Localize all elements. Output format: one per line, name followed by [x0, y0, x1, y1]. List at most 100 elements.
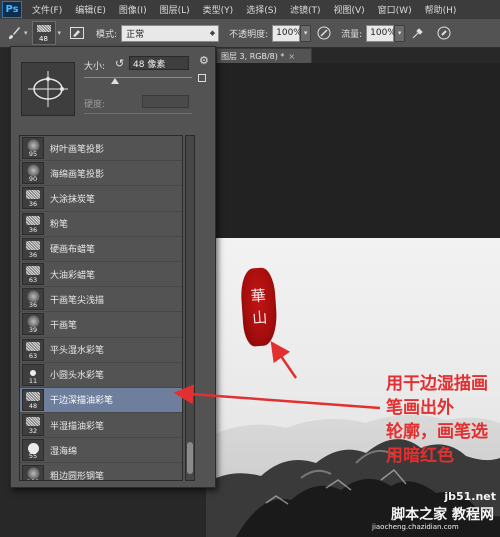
brush-name: 干边深描油彩笔	[50, 396, 114, 407]
brush-preset-item[interactable]: 95 树叶画笔投影	[20, 136, 182, 162]
gear-icon[interactable]: ⚙	[199, 54, 209, 67]
brush-tip-preview	[21, 62, 75, 116]
brush-preset-panel: 大小: ↺ 48 像素 ⚙ 硬度: 95 树叶画笔投影 90 海绵画笔投影 36…	[10, 46, 216, 488]
brush-preset-item[interactable]: 55 湿海绵	[20, 438, 182, 464]
brush-thumbnail: 36	[22, 288, 44, 311]
brush-preset-item[interactable]: 32 半湿描油彩笔	[20, 413, 182, 439]
brush-preset-item[interactable]: 63 大油彩蜡笔	[20, 262, 182, 288]
size-value: 48 像素	[133, 59, 166, 70]
new-preset-icon[interactable]	[198, 74, 206, 82]
airbrush-icon[interactable]	[410, 25, 426, 41]
size-label: 大小:	[84, 62, 106, 72]
menu-window[interactable]: 窗口(W)	[378, 3, 412, 16]
brush-name: 粉笔	[50, 220, 69, 231]
brush-name: 大涂抹炭笔	[50, 194, 96, 205]
brush-name: 湿海绵	[50, 446, 78, 457]
close-icon[interactable]: ×	[288, 52, 295, 61]
brush-name: 大油彩蜡笔	[50, 270, 96, 281]
flow-dropdown[interactable]: ▾	[394, 24, 406, 42]
opacity-label: 不透明度:	[229, 29, 269, 40]
brush-thumbnail: 95	[22, 137, 44, 160]
scrollbar-thumb[interactable]	[187, 442, 193, 474]
brush-name: 小圆头水彩笔	[50, 371, 105, 382]
size-slider-thumb[interactable]	[111, 78, 119, 84]
brush-tool-icon[interactable]	[4, 22, 24, 44]
brush-preset-item[interactable]: 36 大涂抹炭笔	[20, 186, 182, 212]
brush-name: 干画笔尖浅描	[50, 295, 105, 306]
brush-thumbnail: 39	[22, 313, 44, 336]
brush-preset-item-selected[interactable]: 48 干边深描油彩笔	[20, 387, 182, 414]
hardness-input[interactable]	[142, 95, 189, 108]
brush-preset-item[interactable]: 100 粗边圆形钢笔	[20, 463, 182, 481]
document-tab[interactable]: 图层 3, RGB/8) * ×	[216, 48, 312, 63]
brush-thumbnail: 100	[22, 464, 44, 480]
pressure-opacity-icon[interactable]	[316, 25, 332, 41]
brush-preset-item[interactable]: 11 小圆头水彩笔	[20, 363, 182, 388]
brush-thumbnail: 11	[22, 363, 44, 386]
menu-bar: Ps 文件(F) 编辑(E) 图像(I) 图层(L) 类型(Y) 选择(S) 滤…	[0, 0, 500, 19]
brush-thumbnail: 32	[22, 414, 44, 437]
brush-thumbnail: 55	[22, 439, 44, 462]
brush-name: 平头湿水彩笔	[50, 346, 105, 357]
brush-preset-list: 95 树叶画笔投影 90 海绵画笔投影 36 大涂抹炭笔 36 粉笔 36 硬画…	[19, 135, 183, 481]
menu-layer[interactable]: 图层(L)	[160, 3, 190, 16]
size-input[interactable]: 48 像素	[129, 56, 189, 70]
brush-preset-picker[interactable]: 48	[31, 21, 56, 45]
annotation-line-2: 轮廓，画笔选用暗红色	[386, 422, 488, 466]
pressure-size-icon[interactable]	[436, 25, 452, 41]
opacity-value: 100%	[276, 28, 302, 38]
brush-tip-ellipse-icon	[28, 71, 68, 107]
chevron-down-icon: ◆	[209, 28, 216, 37]
menu-view[interactable]: 视图(V)	[333, 3, 364, 16]
brush-list-scrollbar[interactable]	[185, 135, 195, 481]
menu-file[interactable]: 文件(F)	[32, 3, 62, 16]
brush-preset-item[interactable]: 63 平头湿水彩笔	[20, 338, 182, 363]
brush-preset-item[interactable]: 39 干画笔	[20, 312, 182, 338]
brush-preset-item[interactable]: 90 海绵画笔投影	[20, 161, 182, 187]
brush-thumbnail: 90	[22, 162, 44, 185]
brush-thumbnail: 36	[22, 187, 44, 210]
brush-thumbnail: 36	[22, 237, 44, 260]
brush-thumbnail: 63	[22, 338, 44, 361]
brush-preset-item[interactable]: 36 粉笔	[20, 212, 182, 237]
brush-preset-size: 48	[39, 35, 48, 43]
size-slider[interactable]	[84, 77, 192, 78]
brush-name: 树叶画笔投影	[50, 144, 105, 155]
brush-preset-item[interactable]: 36 干画笔尖浅描	[20, 287, 182, 313]
brush-thumbnail: 48	[22, 388, 44, 411]
preset-dropdown-icon[interactable]: ▾	[58, 29, 62, 37]
annotation-line-1: 用干边湿描画笔画出外	[386, 374, 488, 418]
brush-name: 硬画布蜡笔	[50, 245, 96, 256]
opacity-dropdown[interactable]: ▾	[300, 24, 312, 42]
brush-name: 海绵画笔投影	[50, 169, 105, 180]
flow-field[interactable]: 100%	[366, 24, 396, 42]
flow-value: 100%	[370, 28, 396, 38]
menu-filter[interactable]: 滤镜(T)	[290, 3, 321, 16]
document-tab-title: 图层 3, RGB/8) *	[221, 51, 285, 61]
mode-select[interactable]: 正常 ◆	[121, 24, 220, 42]
brush-name: 干画笔	[50, 320, 78, 331]
brush-thumbnail: 63	[22, 263, 44, 286]
watermark: jb51.net 脚本之家 教程网 jiaocheng.chazidian.co…	[372, 490, 500, 537]
photoshop-logo: Ps	[2, 1, 22, 18]
flow-label: 流量:	[341, 29, 363, 40]
hardness-slider[interactable]	[84, 113, 192, 114]
menu-select[interactable]: 选择(S)	[246, 3, 277, 16]
menu-edit[interactable]: 编辑(E)	[75, 3, 106, 16]
opacity-field[interactable]: 100%	[272, 24, 302, 42]
annotation-text: 用干边湿描画笔画出外 轮廓，画笔选用暗红色	[386, 372, 500, 468]
menu-image[interactable]: 图像(I)	[119, 3, 147, 16]
brush-preset-item[interactable]: 36 硬画布蜡笔	[20, 237, 182, 262]
tool-dropdown-icon[interactable]: ▾	[24, 29, 28, 37]
mode-label: 模式:	[96, 29, 118, 40]
menu-help[interactable]: 帮助(H)	[425, 3, 457, 16]
brush-thumbnail: 36	[22, 212, 44, 235]
menu-type[interactable]: 类型(Y)	[203, 3, 234, 16]
watermark-sub-url: jiaocheng.chazidian.com	[372, 523, 459, 531]
brush-name: 粗边圆形钢笔	[50, 472, 105, 481]
hardness-label: 硬度:	[84, 100, 106, 110]
brush-preset-stroke-icon	[36, 25, 51, 32]
brush-panel-toggle-icon[interactable]	[69, 25, 85, 41]
mode-value: 正常	[126, 29, 145, 40]
reset-size-icon[interactable]: ↺	[115, 57, 124, 70]
